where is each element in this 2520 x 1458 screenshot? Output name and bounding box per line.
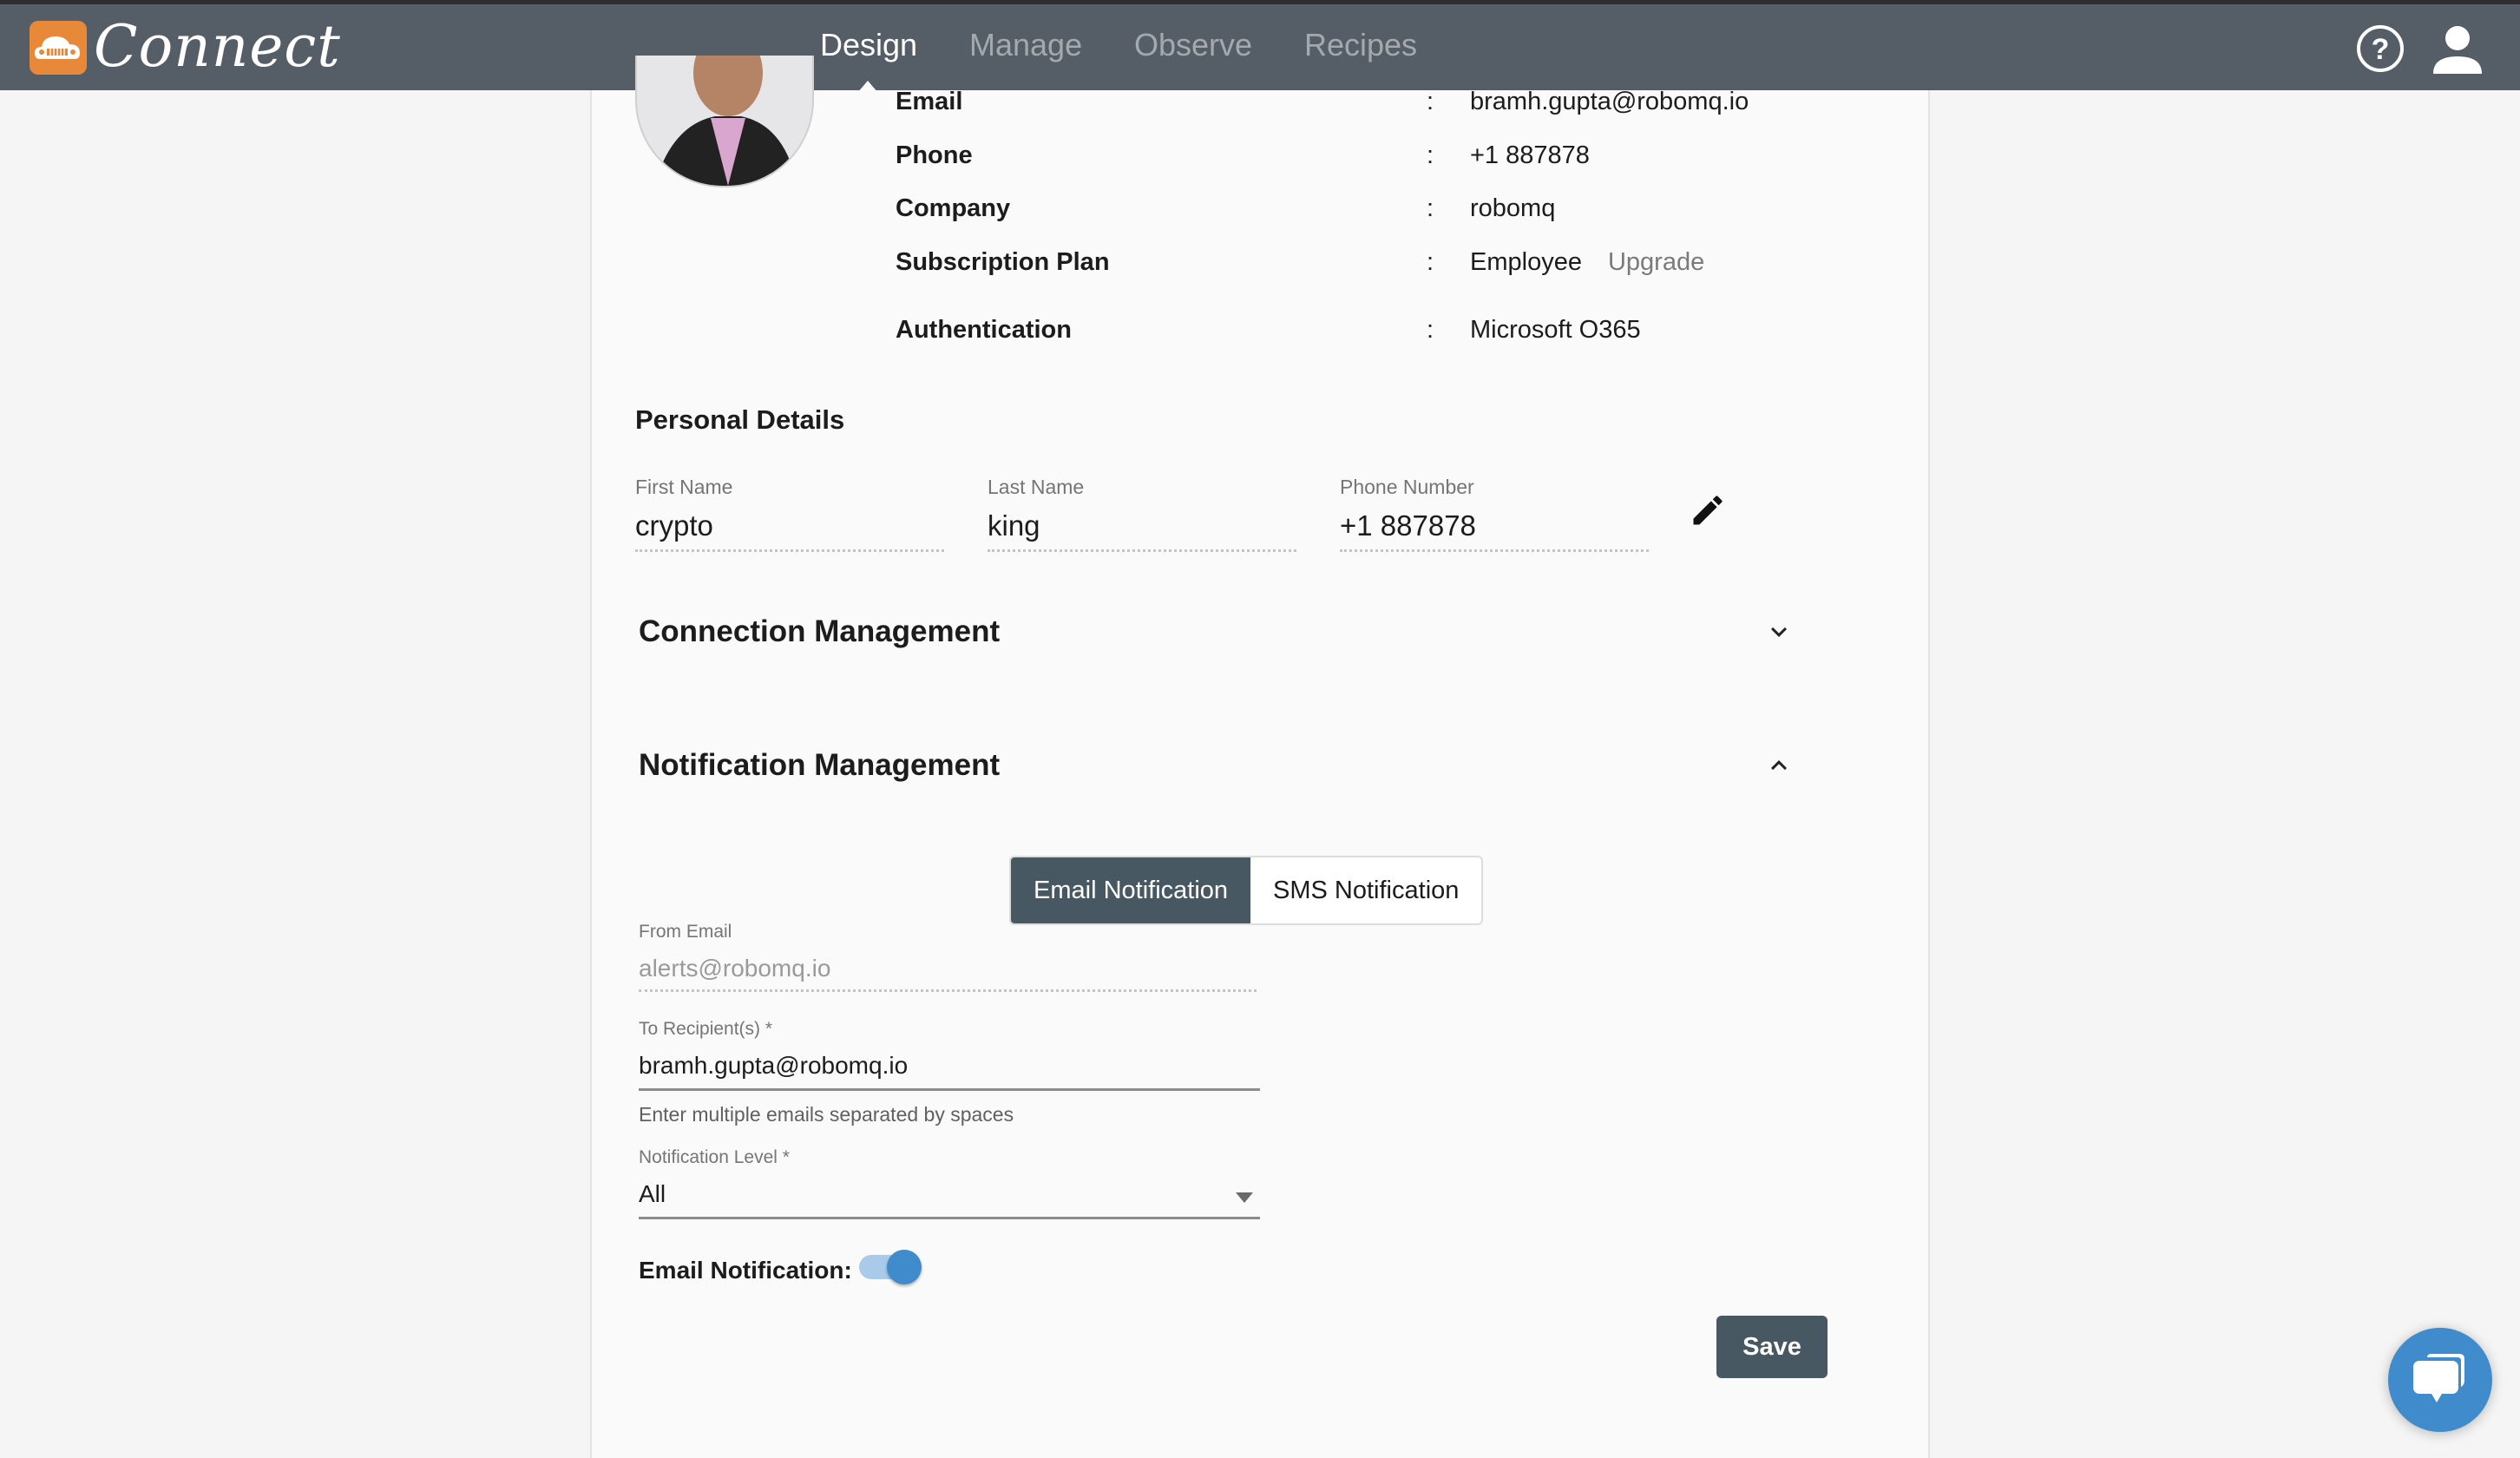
subscription-label: Subscription Plan (896, 248, 1110, 276)
edit-pencil-icon[interactable] (1689, 491, 1727, 534)
phone-number-label: Phone Number (1340, 476, 1474, 498)
first-name-label: First Name (635, 476, 733, 498)
chat-support-button[interactable] (2388, 1328, 2492, 1432)
connect-logo-icon[interactable] (30, 21, 87, 75)
field-underline (1340, 549, 1649, 552)
first-name-field[interactable]: First Name crypto (635, 476, 944, 552)
last-name-label: Last Name (988, 476, 1085, 498)
profile-avatar (635, 56, 814, 187)
field-underline (639, 1088, 1260, 1091)
notification-level-label: Notification Level * (639, 1147, 790, 1167)
colon: : (1427, 194, 1434, 222)
last-name-field[interactable]: Last Name king (988, 476, 1296, 552)
email-notification-switch-label: Email Notification: (639, 1257, 852, 1284)
email-notification-switch[interactable] (859, 1250, 923, 1284)
user-account-icon[interactable] (2430, 22, 2485, 82)
first-name-value: crypto (635, 509, 713, 542)
nav-tab-recipes[interactable]: Recipes (1304, 27, 1417, 63)
help-icon[interactable]: ? (2355, 23, 2405, 78)
phone-label: Phone (896, 141, 973, 169)
nav-tab-observe[interactable]: Observe (1134, 27, 1252, 63)
subscription-value-wrap: Employee Upgrade (1470, 248, 1704, 277)
field-underline (639, 989, 1257, 992)
company-label: Company (896, 194, 1011, 222)
personal-details-title: Personal Details (635, 404, 845, 435)
to-recipients-label: To Recipient(s) * (639, 1019, 773, 1039)
from-email-field: From Email alerts@robomq.io (639, 922, 1257, 992)
notification-level-value: All (639, 1180, 666, 1207)
from-email-value: alerts@robomq.io (639, 955, 831, 982)
company-value: robomq (1470, 194, 1556, 222)
field-underline (635, 549, 944, 552)
profile-panel: Email : bramh.gupta@robomq.io Phone : +1… (590, 56, 1930, 1458)
nav-tab-manage[interactable]: Manage (969, 27, 1082, 63)
field-underline (639, 1217, 1260, 1219)
phone-number-field[interactable]: Phone Number +1 887878 (1340, 476, 1649, 552)
last-name-value: king (988, 509, 1040, 542)
colon: : (1427, 88, 1434, 115)
chat-bubbles-icon (2413, 1354, 2464, 1402)
email-notification-tab[interactable]: Email Notification (1011, 857, 1251, 923)
notification-management-title[interactable]: Notification Management (639, 748, 1000, 783)
svg-text:?: ? (2372, 33, 2390, 66)
save-button[interactable]: Save (1716, 1316, 1828, 1378)
email-label: Email (896, 88, 963, 115)
authentication-value: Microsoft O365 (1470, 316, 1641, 344)
sms-notification-tab[interactable]: SMS Notification (1250, 857, 1481, 923)
dropdown-arrow-icon[interactable] (1236, 1192, 1253, 1203)
nav-tab-design[interactable]: Design (820, 27, 917, 63)
email-value: bramh.gupta@robomq.io (1470, 88, 1749, 115)
upgrade-link[interactable]: Upgrade (1608, 248, 1704, 276)
connection-management-title[interactable]: Connection Management (639, 614, 1000, 649)
phone-number-value: +1 887878 (1340, 509, 1476, 542)
colon: : (1427, 141, 1434, 169)
field-underline (988, 549, 1296, 552)
to-recipients-hint: Enter multiple emails separated by space… (639, 1103, 1014, 1126)
phone-value: +1 887878 (1470, 141, 1590, 169)
top-navigation-bar: Connect Design Manage Observe Recipes ? (0, 0, 2520, 93)
notification-type-toggle: Email Notification SMS Notification (1009, 856, 1484, 925)
to-recipients-input[interactable]: bramh.gupta@robomq.io (639, 1052, 1260, 1080)
to-recipients-field[interactable]: To Recipient(s) * bramh.gupta@robomq.io … (639, 1019, 1260, 1126)
authentication-label: Authentication (896, 316, 1072, 344)
notification-level-select[interactable]: Notification Level * All (639, 1147, 1260, 1219)
chevron-up-icon[interactable] (1763, 750, 1795, 785)
colon: : (1427, 316, 1434, 344)
from-email-label: From Email (639, 922, 732, 942)
subscription-value: Employee (1470, 248, 1582, 276)
chevron-down-icon[interactable] (1763, 616, 1795, 652)
colon: : (1427, 248, 1434, 276)
app-name[interactable]: Connect (94, 13, 341, 80)
switch-thumb (887, 1250, 922, 1284)
